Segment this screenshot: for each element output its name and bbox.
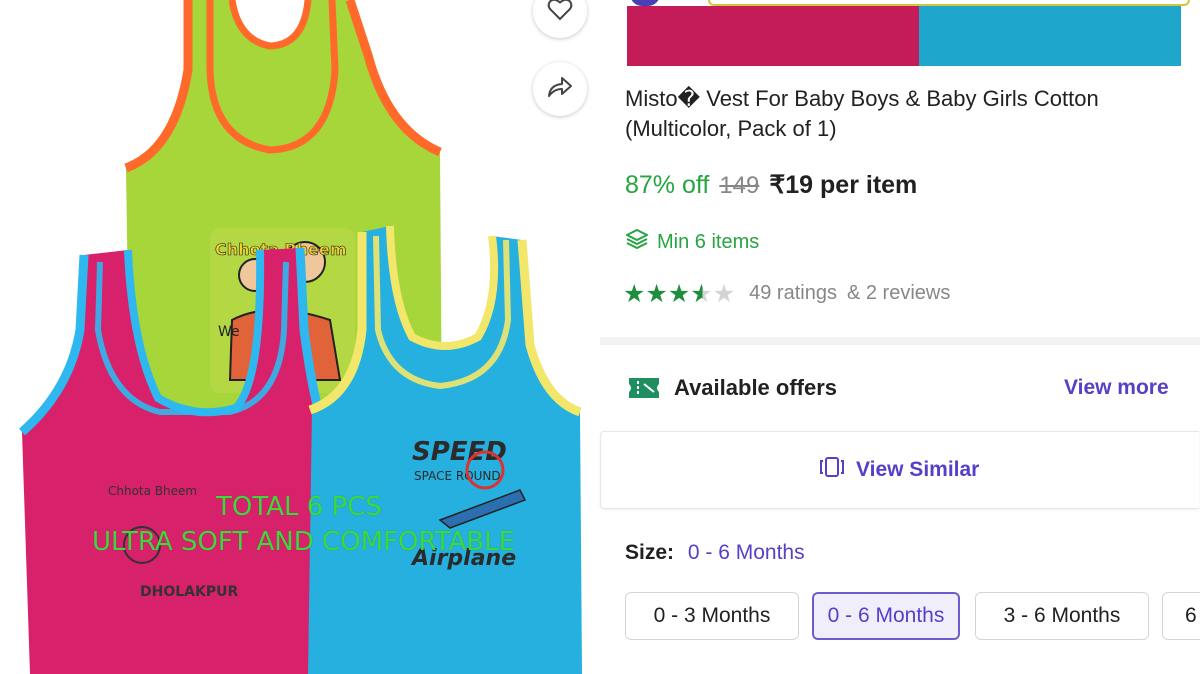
- overlay-text-soft: ULTRA SOFT AND COMFORTABLE: [92, 527, 516, 557]
- star-icon: ★: [667, 279, 691, 308]
- section-divider: [600, 337, 1200, 345]
- layers-icon: [625, 228, 649, 256]
- discount-text: 87% off: [625, 171, 710, 199]
- star-empty-icon: ★: [712, 279, 736, 308]
- size-row: Size: 0 - 6 Months: [625, 541, 805, 565]
- price-row: 87% off 149 ₹19 per item: [625, 170, 917, 200]
- star-icon: ★: [623, 279, 646, 308]
- product-details-panel: Misto� Vest For Baby Boys & Baby Girls C…: [600, 0, 1200, 674]
- vest-illustration: Chhota Bheem We Chhota Bheem DHOLAKPUR S…: [19, 0, 582, 674]
- similar-cards-icon: [818, 456, 846, 483]
- star-rating: ★ ★ ★ ★ ★: [623, 281, 735, 306]
- ratings-count: 49 ratings: [749, 282, 837, 304]
- min-items-label: Min 6 items: [657, 230, 760, 253]
- min-items-badge: Min 6 items: [625, 228, 759, 256]
- star-icon: ★: [645, 279, 668, 308]
- size-option-selected[interactable]: 0 - 6 Months: [812, 592, 960, 640]
- print-text: Chhota Bheem: [108, 484, 197, 498]
- reviews-count: & 2 reviews: [846, 282, 951, 304]
- size-label: Size:: [625, 541, 675, 564]
- available-offers-row[interactable]: Available offers View more: [600, 345, 1200, 431]
- heart-icon: [547, 0, 573, 26]
- print-text: DHOLAKPUR: [140, 584, 238, 600]
- search-bar-edge: [600, 0, 1200, 6]
- size-selected-value: 0 - 6 Months: [687, 541, 805, 564]
- color-swatch-pink[interactable]: [627, 0, 919, 66]
- view-more-link[interactable]: View more: [1064, 376, 1169, 400]
- mrp-text: 149: [719, 172, 760, 199]
- view-similar-button[interactable]: View Similar: [600, 431, 1199, 509]
- size-option[interactable]: 0 - 3 Months: [625, 592, 799, 640]
- rating-row[interactable]: ★ ★ ★ ★ ★ 49 ratings & 2 reviews: [623, 281, 950, 306]
- product-title: Misto� Vest For Baby Boys & Baby Girls C…: [625, 86, 1099, 141]
- share-arrow-icon: [547, 76, 573, 103]
- print-text: SPACE ROUND: [414, 469, 501, 483]
- view-similar-label: View Similar: [856, 457, 980, 481]
- overlay-text-total: TOTAL 6 PCS: [216, 492, 382, 522]
- share-button[interactable]: [533, 62, 587, 116]
- size-option[interactable]: 6: [1162, 592, 1200, 640]
- size-option[interactable]: 3 - 6 Months: [975, 592, 1149, 640]
- available-offers-label: Available offers: [674, 375, 838, 400]
- print-text: SPEED: [412, 437, 507, 467]
- print-text: We: [218, 324, 240, 340]
- product-image[interactable]: Chhota Bheem We Chhota Bheem DHOLAKPUR S…: [0, 0, 600, 674]
- color-swatch-blue[interactable]: [919, 0, 1181, 66]
- star-half-icon: ★: [690, 279, 713, 308]
- price-text: ₹19 per item: [769, 171, 918, 199]
- coupon-icon: [627, 375, 661, 406]
